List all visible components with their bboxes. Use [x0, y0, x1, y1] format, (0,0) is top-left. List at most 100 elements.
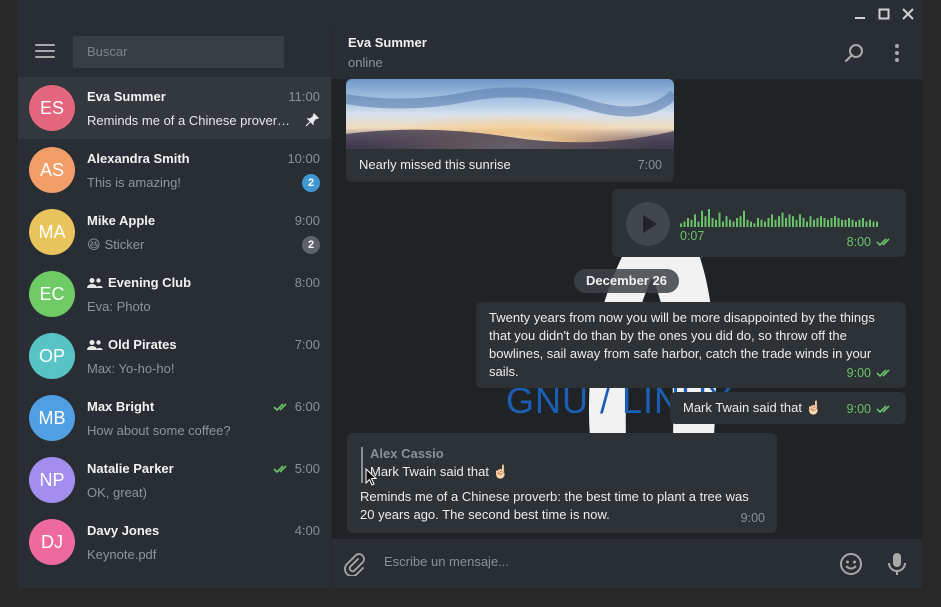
dialog-item[interactable]: AS Alexandra Smith 10:00 This is amazing! 2	[18, 139, 331, 201]
avatar: AS	[29, 147, 75, 193]
outgoing-message[interactable]: Mark Twain said that ☝🏻 9:00	[670, 392, 906, 424]
waveform-bar	[816, 218, 819, 227]
waveform-bar	[809, 216, 812, 227]
message-text: Mark Twain said that ☝🏻	[683, 400, 822, 415]
maximize-icon[interactable]	[875, 5, 893, 23]
dialog-time: 10:00	[287, 151, 320, 166]
peer-name[interactable]: Eva Summer	[348, 35, 427, 50]
waveform-bar	[732, 221, 735, 227]
more-vert-icon[interactable]	[886, 42, 908, 64]
dialog-item[interactable]: EC Evening Club 8:00 Eva: Photo	[18, 263, 331, 325]
dialog-item[interactable]: MB Max Bright 6:00 How about some coffee?	[18, 387, 331, 449]
peer-status: online	[348, 55, 383, 70]
voice-message[interactable]: 0:07 8:00	[612, 189, 906, 257]
voice-waveform[interactable]	[680, 209, 884, 227]
waveform-bar	[690, 219, 693, 227]
dialog-time: 7:00	[294, 337, 320, 352]
double-check-icon	[876, 369, 890, 378]
outgoing-message[interactable]: Twenty years from now you will be more d…	[476, 302, 906, 388]
waveform-bar	[841, 219, 843, 227]
dialog-item[interactable]: OP Old Pirates 7:00 Max: Yo-ho-ho!	[18, 325, 331, 387]
play-button[interactable]	[626, 202, 670, 246]
dialog-time: 4:00	[294, 523, 320, 538]
sunrise-photo[interactable]	[346, 79, 674, 149]
waveform-bar	[687, 218, 689, 227]
waveform-bar	[806, 221, 808, 227]
waveform-bar	[869, 219, 871, 227]
chat-header: Eva Summer online	[332, 28, 922, 79]
dialog-item[interactable]: MA Mike Apple 9:00 😆 Sticker 2	[18, 201, 331, 263]
waveform-bar	[848, 218, 850, 227]
attach-icon[interactable]	[342, 552, 366, 577]
double-check-icon	[876, 405, 890, 414]
waveform-bar	[834, 216, 836, 227]
waveform-bar	[788, 214, 791, 227]
dialog-item[interactable]: NP Natalie Parker 5:00 OK, great)	[18, 449, 331, 511]
title-bar	[18, 0, 922, 28]
menu-icon[interactable]	[35, 44, 55, 60]
waveform-bar	[792, 216, 794, 227]
photo-message[interactable]: Nearly missed this sunrise 7:00	[346, 79, 674, 182]
search-input[interactable]: Buscar	[73, 36, 284, 68]
message-time: 8:00	[847, 233, 894, 251]
sidebar: Buscar ES Eva Summer 11:00 Reminds me of a …	[18, 28, 331, 588]
dialog-item[interactable]: ES Eva Summer 11:00 Reminds me of a Chinese…	[18, 77, 331, 139]
waveform-bar	[729, 219, 731, 227]
unread-badge: 2	[302, 236, 320, 254]
waveform-bar	[760, 219, 763, 227]
avatar: NP	[29, 457, 75, 503]
waveform-bar	[813, 219, 815, 227]
waveform-bar	[844, 219, 847, 227]
dialog-name: Evening Club	[87, 275, 191, 290]
dialog-last-message: OK, great)	[87, 485, 147, 500]
waveform-bar	[851, 219, 854, 227]
sunrise-illustration	[346, 79, 674, 149]
mouse-cursor-icon	[365, 468, 377, 486]
double-check-icon	[273, 402, 287, 411]
dialog-item[interactable]: DJ Davy Jones 4:00 Keynote.pdf	[18, 511, 331, 573]
message-time: 9:00	[847, 400, 894, 418]
emoji-icon[interactable]	[839, 552, 863, 576]
waveform-bar	[725, 216, 728, 227]
avatar: ES	[29, 85, 75, 131]
voice-duration: 0:07	[680, 229, 705, 243]
dialog-last-message: Max: Yo-ho-ho!	[87, 361, 175, 376]
incoming-reply-message[interactable]: Alex Cassio Mark Twain said that ☝🏻 Remi…	[347, 433, 777, 533]
reply-quote[interactable]: Mark Twain said that ☝🏻	[370, 463, 509, 481]
avatar: MA	[29, 209, 75, 255]
waveform-bar	[736, 218, 738, 227]
waveform-bar	[767, 218, 770, 227]
search-icon[interactable]	[844, 42, 866, 64]
play-icon	[643, 215, 657, 233]
microphone-icon[interactable]	[885, 552, 909, 576]
waveform-bar	[799, 214, 801, 227]
waveform-bar	[876, 221, 878, 227]
avatar: DJ	[29, 519, 75, 565]
message-input[interactable]: Escribe un mensaje...	[384, 554, 764, 569]
dialog-name: Alexandra Smith	[87, 151, 190, 166]
message-time: 9:00	[847, 364, 894, 382]
dialog-last-message: How about some coffee?	[87, 423, 231, 438]
waveform-bar	[774, 219, 777, 227]
waveform-bar	[739, 216, 742, 227]
reply-author[interactable]: Alex Cassio	[370, 445, 444, 463]
avatar: EC	[29, 271, 75, 317]
minimize-icon[interactable]	[851, 5, 869, 23]
waveform-bar	[872, 221, 875, 227]
dialog-last-message: Reminds me of a Chinese prover…	[87, 113, 291, 128]
chat-panel: Eva Summer online GNU / LINUX Nearly mis…	[332, 28, 922, 588]
message-time: 7:00	[637, 158, 662, 172]
telegram-window: Buscar ES Eva Summer 11:00 Reminds me of a …	[18, 28, 922, 588]
waveform-bar	[708, 209, 710, 227]
waveform-bar	[757, 218, 759, 227]
waveform-bar	[764, 221, 766, 227]
dialog-name: Davy Jones	[87, 523, 160, 538]
dialog-last-message: This is amazing!	[87, 175, 181, 190]
close-icon[interactable]	[899, 5, 917, 23]
photo-caption: Nearly missed this sunrise	[359, 157, 511, 172]
waveform-bar	[715, 219, 717, 227]
dialog-name: Old Pirates	[87, 337, 177, 352]
message-time: 9:00	[740, 511, 765, 525]
dialog-list: ES Eva Summer 11:00 Reminds me of a Chinese…	[18, 77, 331, 573]
avatar: MB	[29, 395, 75, 441]
